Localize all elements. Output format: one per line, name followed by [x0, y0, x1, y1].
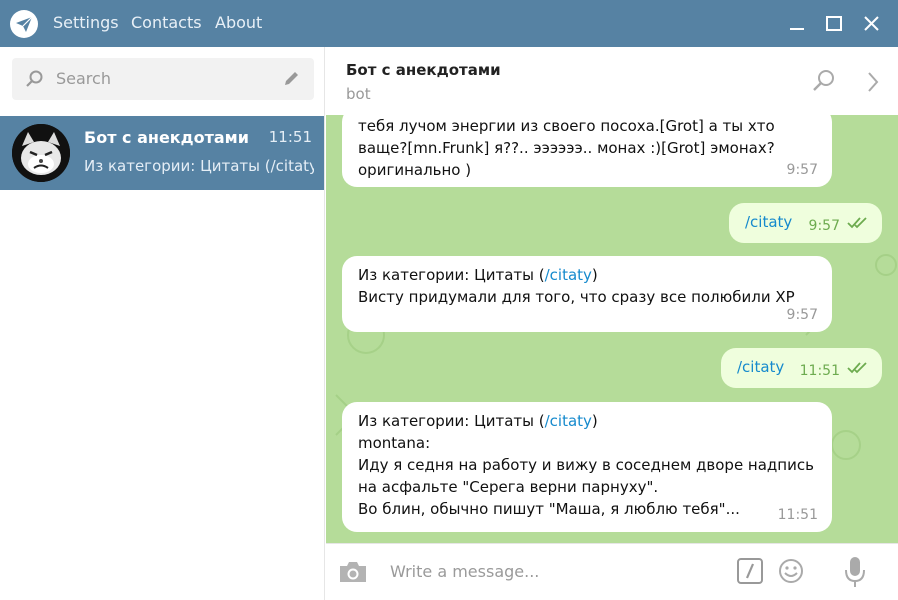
bot-command-link[interactable]: /citaty — [545, 266, 592, 284]
chat-list-item[interactable]: Бот с анекдотами 11:51 Из категории: Цит… — [0, 116, 324, 190]
search-box[interactable]: Search — [12, 58, 314, 100]
message-bubble[interactable]: Из категории: Цитаты (/citaty) montana: … — [342, 402, 832, 532]
message-time: 9:57 — [786, 162, 818, 178]
menu-contacts[interactable]: Contacts — [131, 13, 202, 32]
composer: Write a message... — [326, 543, 898, 600]
chat-name: Бот с анекдотами — [84, 128, 249, 147]
bot-command-icon[interactable] — [737, 558, 763, 588]
message-time: 9:57 — [786, 307, 818, 323]
bot-command-link[interactable]: /citaty — [545, 412, 592, 430]
message-time: 9:57 — [808, 218, 840, 234]
chat-subtitle: bot — [346, 85, 371, 103]
chat-header: Бот с анекдотами bot — [326, 47, 898, 115]
minimize-icon[interactable] — [788, 14, 808, 34]
message-bubble-outgoing[interactable]: /citaty 9:57 — [729, 203, 882, 243]
maximize-icon[interactable] — [825, 14, 845, 34]
double-check-icon — [846, 358, 870, 380]
menu-settings[interactable]: Settings — [53, 13, 119, 32]
message-text: ваще?[mn.Frunk] я??.. ээээээ.. монах :)[… — [358, 139, 775, 157]
microphone-icon[interactable] — [844, 556, 866, 592]
message-text: montana: — [358, 434, 431, 452]
message-bubble[interactable]: тебя лучом энергии из своего посоха.[Gro… — [342, 115, 832, 187]
message-area[interactable]: тебя лучом энергии из своего посоха.[Gro… — [326, 115, 898, 543]
message-text: Во блин, обычно пишут "Маша, я люблю теб… — [358, 500, 740, 518]
more-chevron-icon[interactable] — [866, 71, 880, 97]
bot-command-link[interactable]: /citaty — [737, 358, 784, 376]
close-icon[interactable] — [862, 14, 882, 34]
message-text: на асфальте "Серега верни парнуху". — [358, 478, 659, 496]
double-check-icon — [846, 213, 870, 235]
message-text: оригинально ) — [358, 161, 472, 179]
message-input[interactable]: Write a message... — [390, 562, 539, 581]
message-time: 11:51 — [777, 507, 818, 523]
chat-title[interactable]: Бот с анекдотами — [346, 61, 501, 79]
search-icon[interactable] — [812, 69, 836, 97]
message-text: Висту придумали для того, что сразу все … — [358, 288, 795, 306]
search-icon — [26, 70, 44, 92]
title-bar: Settings Contacts About — [0, 0, 898, 47]
pencil-icon[interactable] — [282, 70, 300, 92]
avatar — [12, 124, 70, 182]
emoji-icon[interactable] — [778, 558, 804, 588]
chat-time: 11:51 — [268, 128, 312, 146]
message-bubble-outgoing[interactable]: /citaty 11:51 — [721, 348, 882, 388]
camera-icon[interactable] — [338, 559, 368, 589]
sidebar: Search Бот с анекдотами 11:51 Из категор… — [0, 47, 325, 600]
chat-preview: Из категории: Цитаты (/citaty) — [84, 157, 314, 175]
message-text: тебя лучом энергии из своего посоха.[Gro… — [358, 117, 775, 135]
message-text: Иду я седня на работу и вижу в соседнем … — [358, 456, 814, 474]
message-category: Из категории: Цитаты (/citaty) — [358, 266, 598, 284]
message-time: 11:51 — [799, 363, 840, 379]
message-category: Из категории: Цитаты (/citaty) — [358, 412, 598, 430]
telegram-logo-icon[interactable] — [10, 10, 38, 38]
menu-about[interactable]: About — [215, 13, 262, 32]
message-bubble[interactable]: Из категории: Цитаты (/citaty) Висту при… — [342, 256, 832, 332]
bot-command-link[interactable]: /citaty — [745, 213, 792, 231]
search-input[interactable]: Search — [56, 69, 111, 88]
